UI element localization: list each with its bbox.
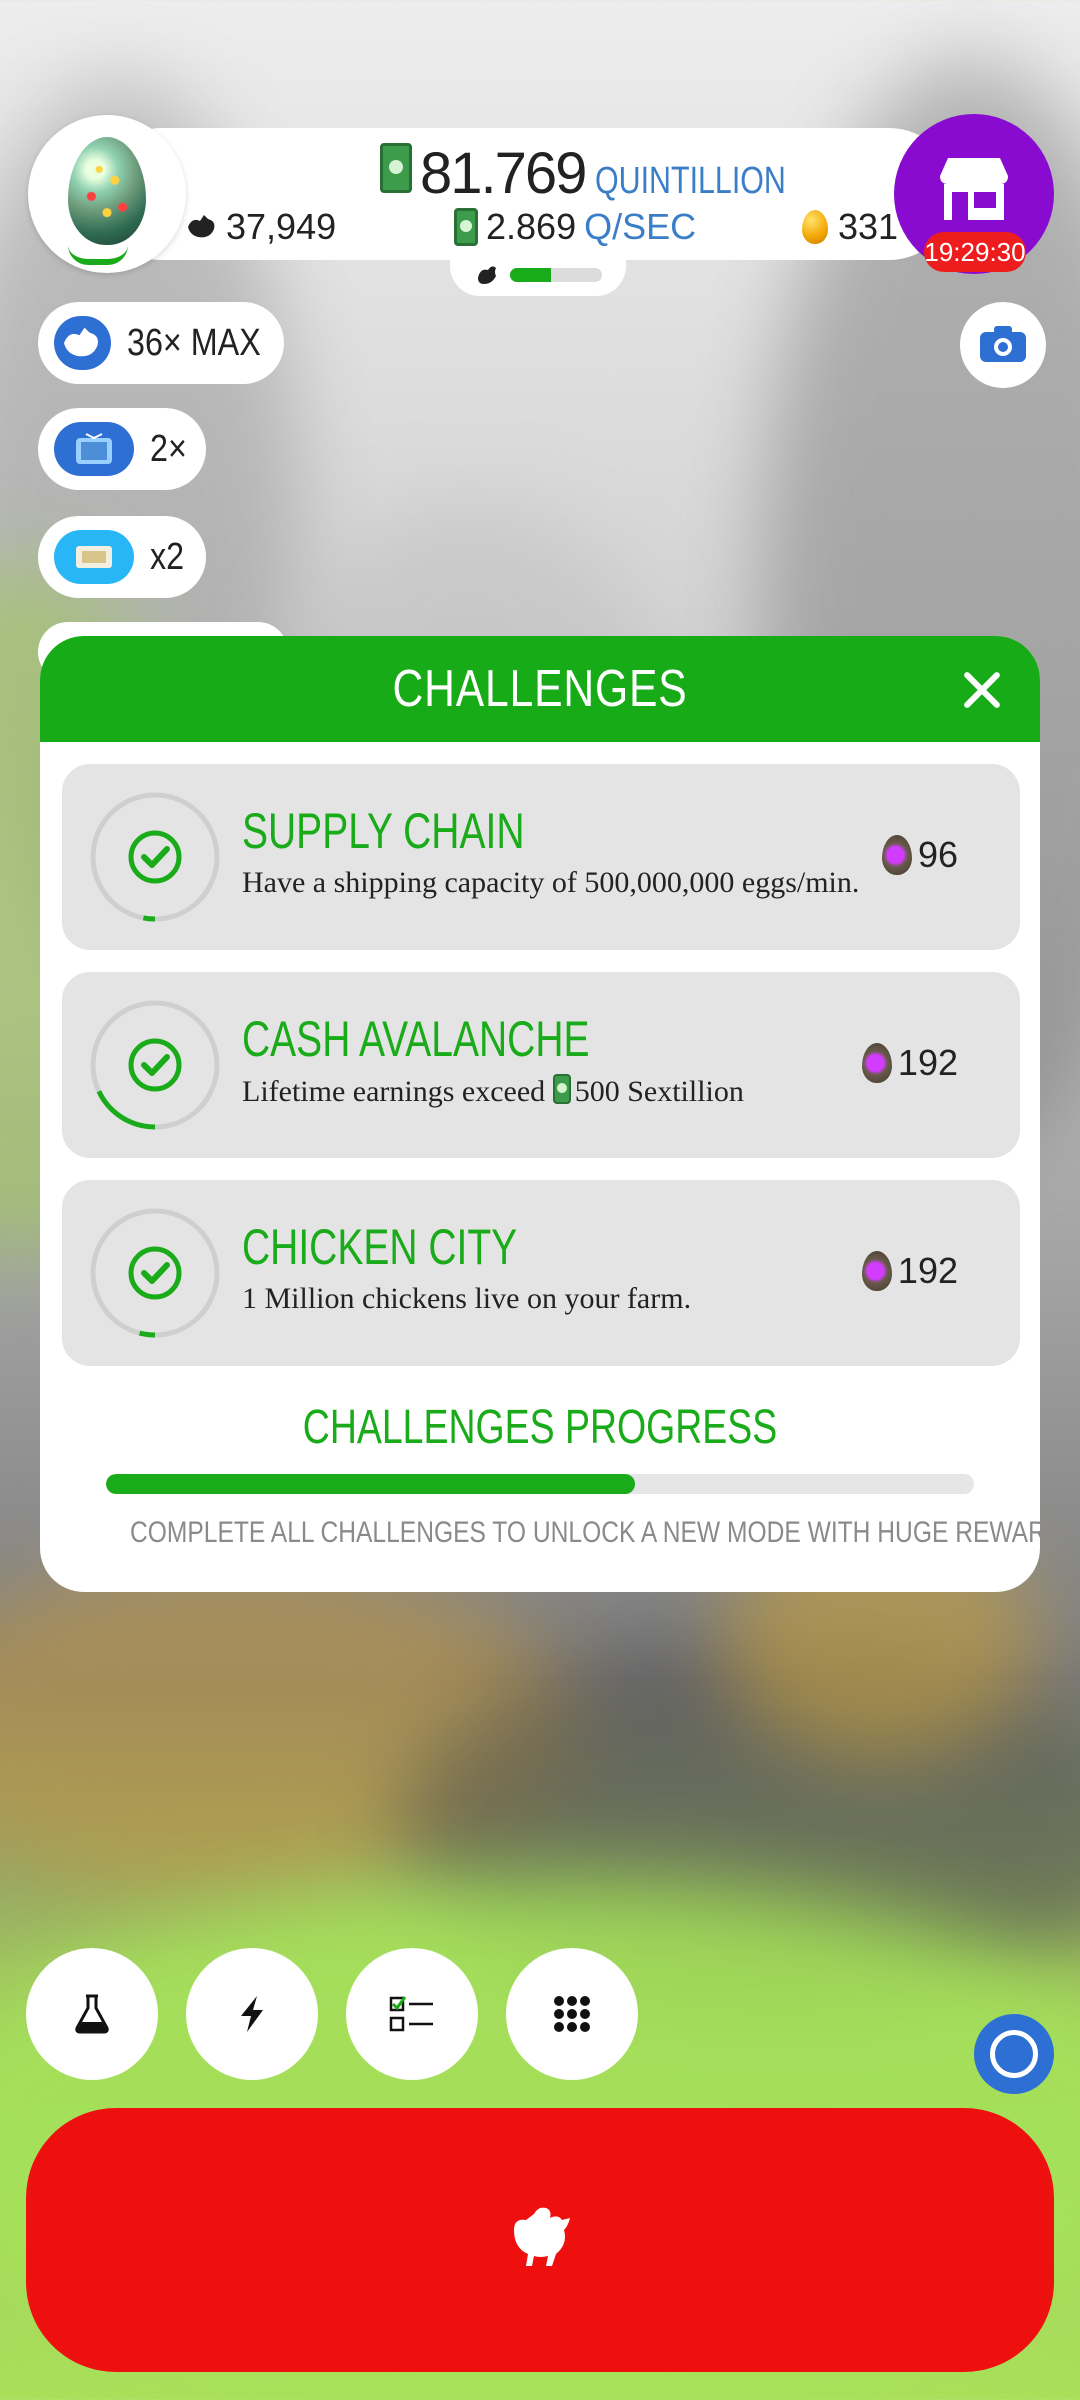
challenge-title: CASH AVALANCHE <box>242 1011 590 1067</box>
chicken-count-value: 37,949 <box>226 206 337 247</box>
boost-label: 2× <box>150 427 187 470</box>
earn-rate: 2.869 Q/SEC <box>454 205 696 249</box>
boost-ticket[interactable]: x2 <box>38 516 206 598</box>
avatar[interactable] <box>28 115 186 273</box>
challenges-modal: CHALLENGES SUPPLY CHAIN Have a shipping … <box>40 636 1040 1592</box>
habitat-progress-bar <box>510 268 602 282</box>
boost-label: 36× MAX <box>126 321 261 364</box>
boosts-button[interactable] <box>186 1948 318 2080</box>
challenge-title: CHICKEN CITY <box>242 1219 518 1275</box>
chicken-icon <box>188 215 215 238</box>
cash-unit: QUINTILLION <box>595 160 787 202</box>
hatch-chicken-button[interactable] <box>26 2108 1054 2372</box>
cash-icon <box>454 208 478 246</box>
challenge-card[interactable]: SUPPLY CHAIN Have a shipping capacity of… <box>62 764 1020 950</box>
soul-egg-icon <box>861 1251 892 1291</box>
camera-icon <box>980 326 1026 362</box>
chicken-icon <box>514 2207 570 2266</box>
shop-timer: 19:29:30 <box>924 232 1026 272</box>
reward-value: 192 <box>897 1250 958 1291</box>
challenge-description: Have a shipping capacity of 500,000,000 … <box>242 866 860 899</box>
menu-button[interactable] <box>506 1948 638 2080</box>
challenges-progress-bar <box>106 1474 974 1494</box>
challenge-reward: 192 <box>861 1042 958 1084</box>
modal-title: CHALLENGES <box>392 660 688 718</box>
egg-icon <box>68 137 146 245</box>
reward-value: 192 <box>897 1042 958 1083</box>
golden-eggs: 331 <box>802 205 898 249</box>
cash-value: 81.769 <box>420 141 587 206</box>
challenges-button[interactable] <box>346 1948 478 2080</box>
rate-value: 2.869 <box>486 206 577 247</box>
challenge-progress-ring <box>90 1000 220 1130</box>
chicken-count: 37,949 <box>186 205 336 249</box>
tv-icon <box>54 422 134 476</box>
golden-eggs-value: 331 <box>838 206 899 247</box>
cash-icon <box>380 143 412 193</box>
boost-label: x2 <box>150 535 185 578</box>
challenge-description: 1 Million chickens live on your farm. <box>242 1282 692 1315</box>
challenges-progress-note: COMPLETE ALL CHALLENGES TO UNLOCK A NEW … <box>130 1516 1040 1549</box>
rate-unit: Q/SEC <box>584 206 697 247</box>
boost-chicken-max[interactable]: 36× MAX <box>38 302 284 384</box>
cash-display: 81.769 QUINTILLION <box>380 140 834 206</box>
lightning-icon <box>241 1996 263 2032</box>
challenge-card[interactable]: CASH AVALANCHE Lifetime earnings exceed … <box>62 972 1020 1158</box>
challenge-title: SUPPLY CHAIN <box>242 803 525 859</box>
description-suffix: 500 Sextillion <box>574 1075 744 1108</box>
challenges-progress-title: CHALLENGES PROGRESS <box>302 1401 778 1454</box>
soul-egg-icon <box>881 835 912 875</box>
modal-header: CHALLENGES <box>40 636 1040 742</box>
cash-icon <box>552 1074 571 1104</box>
checklist-icon <box>389 1996 433 2032</box>
challenge-reward: 192 <box>861 1250 958 1292</box>
chicken-icon <box>54 316 111 370</box>
grid-menu-icon <box>554 1996 590 2032</box>
avatar-progress-arc <box>68 245 128 265</box>
close-icon[interactable] <box>962 670 1002 710</box>
flask-icon <box>75 1994 109 2034</box>
camera-button[interactable] <box>960 302 1046 388</box>
boost-video[interactable]: 2× <box>38 408 206 490</box>
assistive-circle-button[interactable] <box>974 2014 1054 2094</box>
reward-value: 96 <box>917 834 958 875</box>
habitat-progress-fill <box>510 268 552 282</box>
research-button[interactable] <box>26 1948 158 2080</box>
ticket-icon <box>54 530 134 584</box>
challenge-reward: 96 <box>881 834 958 876</box>
golden-egg-icon <box>802 210 828 244</box>
chicken-silhouette-icon <box>478 266 496 284</box>
challenge-description: Lifetime earnings exceed 500 Sextillion <box>242 1074 744 1109</box>
challenge-progress-ring <box>90 792 220 922</box>
challenge-progress-ring <box>90 1208 220 1338</box>
soul-egg-icon <box>861 1043 892 1083</box>
challenge-card[interactable]: CHICKEN CITY 1 Million chickens live on … <box>62 1180 1020 1366</box>
challenges-progress-fill <box>106 1474 636 1494</box>
shop-icon <box>940 158 1008 220</box>
description-prefix: Lifetime earnings exceed <box>242 1075 546 1108</box>
